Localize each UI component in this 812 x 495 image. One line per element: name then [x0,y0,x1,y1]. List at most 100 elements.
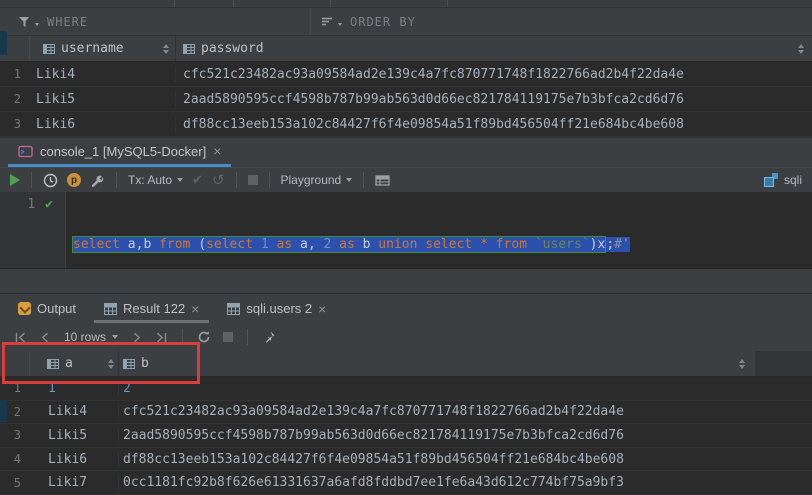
column-divider [233,0,234,7]
tab-label: Output [37,301,76,316]
database-ide-window: WHERE ORDER BY username [0,0,812,495]
table-column-icon [183,43,195,55]
where-filter-input[interactable]: WHERE [0,8,310,35]
result-grid-rows: 1122Liki4cfc521c23482ac93a09584ad2e139c4… [0,377,812,495]
table-row[interactable]: 112 [0,377,812,401]
row-number: 3 [0,117,30,131]
sql-token [472,237,480,252]
in-editor-results-icon[interactable] [375,174,390,187]
funnel-icon [18,16,31,28]
sql-console-icon [18,144,33,159]
cell-a[interactable]: Liki6 [30,452,118,467]
refresh-icon[interactable] [197,330,211,344]
editor-stripe-mark [0,31,7,55]
sql-token: b [355,237,378,252]
cell-password[interactable]: cfc521c23482ac93a09584ad2e139c4a7fc87077… [175,67,812,82]
column-name: password [201,41,264,56]
cell-b[interactable]: cfc521c23482ac93a09584ad2e139c4a7fc87077… [118,404,812,419]
cell-a[interactable]: 1 [30,381,118,396]
order-by-filter-input[interactable]: ORDER BY [310,8,812,35]
sql-token: ( [190,237,206,252]
previous-page-button[interactable] [39,331,52,344]
sql-token: union [378,237,417,252]
table-row[interactable]: 5Liki70cc1181fc92b8f626e61331637a6afd8fd… [0,471,812,495]
line-number: 1 [27,195,35,215]
result-grid-header-row: a b [0,351,812,377]
sql-line[interactable]: select a,b from (select 1 as a, 2 as b u… [72,235,630,255]
history-icon[interactable] [43,173,58,188]
cell-b[interactable]: df88cc13eeb153a102c84427f6f4e09854a51f89… [118,452,812,467]
tab-output[interactable]: Output [18,294,76,323]
column-header-password[interactable]: password [175,36,812,61]
table-row[interactable]: 4Liki6df88cc13eeb153a102c84427f6f4e09854… [0,448,812,472]
tab-label: Result 122 [123,301,185,316]
table-row[interactable]: 3Liki6df88cc13eeb153a102c84427f6f4e09854… [0,112,812,137]
table-column-icon [123,358,135,370]
grid-filter-bar: WHERE ORDER BY [0,8,812,36]
close-icon[interactable]: × [191,302,199,316]
top-strip [0,0,812,8]
next-page-button[interactable] [130,331,143,344]
column-header-b[interactable]: b [118,351,755,376]
rollback-button[interactable]: ↺ [212,171,225,189]
tab-result-122[interactable]: Result 122 × [104,294,199,323]
sql-token: select [206,237,253,252]
cell-b[interactable]: 2 [118,381,812,396]
sort-toggle-icon[interactable] [163,44,169,54]
tab-console-1[interactable]: console_1 [MySQL5-Docker] × [8,138,231,167]
sql-token: from [496,237,527,252]
cell-b[interactable]: 2aad5890595ccf4598b787b99ab563d0d66ec821… [118,428,812,443]
last-page-button[interactable] [155,331,168,344]
close-icon[interactable]: × [318,302,326,316]
cell-username[interactable]: Liki4 [30,67,175,82]
cell-username[interactable]: Liki6 [30,117,175,132]
table-row[interactable]: 2Liki52aad5890595ccf4598b787b99ab563d0d6… [0,87,812,112]
tab-sqli-users-2[interactable]: sqli.users 2 × [227,294,326,323]
stop-query-button[interactable] [223,332,233,342]
cell-password[interactable]: df88cc13eeb153a102c84427f6f4e09854a51f89… [175,117,812,132]
sql-token [253,237,261,252]
commit-button[interactable]: ✔ [192,172,203,188]
parameters-icon[interactable]: p [67,173,81,187]
selection-tail: ;#' [606,237,629,252]
column-header-username[interactable]: username [30,36,175,61]
stop-button[interactable] [248,175,258,185]
cell-b[interactable]: 0cc1181fc92b8f626e61331637a6afd8fddbd7ee… [118,475,812,490]
page-size-dropdown[interactable]: 10 rows [64,330,118,344]
playground-label: Playground [281,173,342,187]
cell-a[interactable]: Liki5 [30,428,118,443]
chevron-down-icon [35,23,39,26]
sql-token: 1 [261,237,269,252]
sort-toggle-icon[interactable] [798,44,804,54]
text-selection: select a,b from (select 1 as a, 2 as b u… [72,237,630,252]
order-by-filter-placeholder: ORDER BY [350,15,416,29]
table-row[interactable]: 3Liki52aad5890595ccf4598b787b99ab563d0d6… [0,424,812,448]
close-icon[interactable]: × [213,144,221,158]
playground-dropdown[interactable]: Playground [281,173,353,187]
pin-icon[interactable] [262,330,276,344]
tx-mode-dropdown[interactable]: Tx: Auto [128,173,183,187]
schema-selector[interactable]: sqli [764,173,802,187]
table-row[interactable]: 1Liki4cfc521c23482ac93a09584ad2e139c4a7f… [0,62,812,87]
toolbar-divider [116,172,117,188]
cell-password[interactable]: 2aad5890595ccf4598b787b99ab563d0d66ec821… [175,92,812,107]
cell-a[interactable]: Liki4 [30,404,118,419]
wrench-settings-icon[interactable] [90,173,105,188]
sql-token: as [277,237,293,252]
table-row[interactable]: 2Liki4cfc521c23482ac93a09584ad2e139c4a7f… [0,401,812,425]
first-page-button[interactable] [14,331,27,344]
chevron-down-icon [346,178,352,182]
sql-token [527,237,535,252]
run-button[interactable] [10,174,20,186]
column-header-a[interactable]: a [30,351,118,376]
results-tab-bar: Output Result 122 × sqli.users 2 × [0,293,812,323]
cell-a[interactable]: Liki7 [30,475,118,490]
cell-username[interactable]: Liki5 [30,92,175,107]
where-filter-placeholder: WHERE [47,15,88,29]
schema-name-label: sqli [784,173,802,187]
sql-editor[interactable]: 1 ✔ select a,b from (select 1 as a, 2 as… [0,192,812,268]
sort-toggle-icon[interactable] [108,359,114,369]
sort-toggle-icon[interactable] [739,359,745,369]
row-number: 1 [0,381,30,395]
editor-code-area[interactable]: select a,b from (select 1 as a, 2 as b u… [66,192,630,268]
